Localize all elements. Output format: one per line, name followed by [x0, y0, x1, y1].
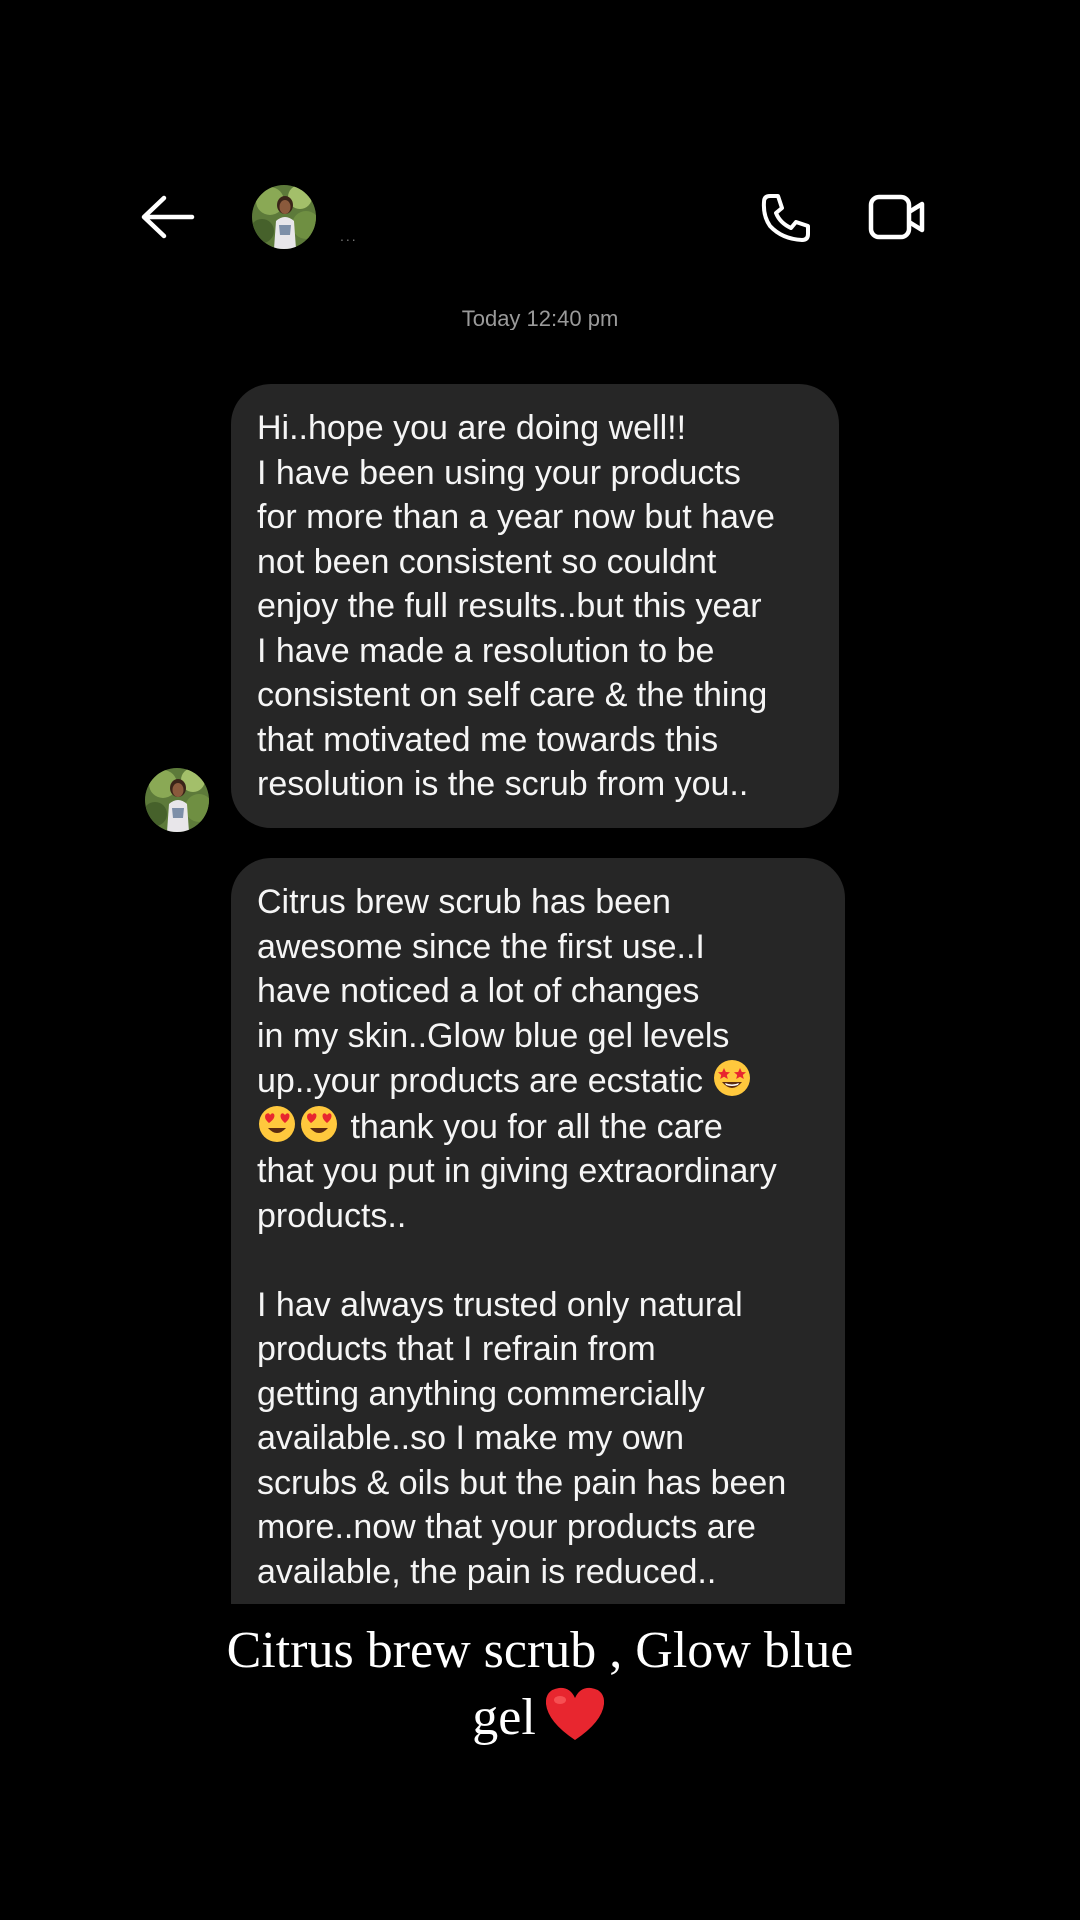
caption-line-2: gel	[80, 1684, 1000, 1751]
video-camera-icon[interactable]	[868, 194, 926, 240]
contact-avatar[interactable]	[252, 185, 316, 249]
chat-header: ...	[0, 0, 1080, 300]
caption-line-2-text: gel	[472, 1689, 536, 1746]
message-timestamp: Today 12:40 pm	[380, 300, 700, 330]
message-text: Citrus brew scrub has been awesome since…	[257, 883, 730, 1100]
phone-icon[interactable]	[758, 190, 814, 246]
story-caption-overlay: Citrus brew scrub , Glow blue gel	[80, 1618, 1000, 1751]
caption-line-1: Citrus brew scrub , Glow blue	[226, 1622, 854, 1679]
red-heart-icon	[542, 1684, 608, 1744]
back-arrow-icon[interactable]	[138, 192, 196, 242]
heart-eyes-emoji-icon	[257, 1104, 297, 1144]
message-bubble[interactable]: Hi..hope you are doing well!! I have bee…	[231, 384, 839, 828]
message-paragraph: Citrus brew scrub has been awesome since…	[257, 880, 819, 1238]
star-struck-emoji-icon	[712, 1058, 752, 1098]
timestamp-text: Today 12:40 pm	[461, 306, 619, 330]
contact-name[interactable]: ...	[340, 228, 580, 248]
sender-avatar	[145, 768, 209, 832]
heart-eyes-emoji-icon	[299, 1104, 339, 1144]
message-bubble[interactable]: Citrus brew scrub has been awesome since…	[231, 858, 845, 1604]
message-paragraph: I hav always trusted only natural produc…	[257, 1285, 787, 1591]
